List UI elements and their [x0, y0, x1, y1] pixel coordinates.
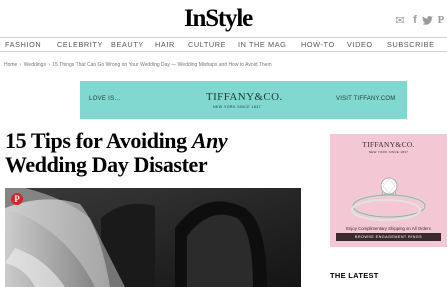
nav-celebrity[interactable]: CELEBRITY [57, 40, 103, 50]
browse-rings-button[interactable]: BROWSE ENGAGEMENT RINGS [336, 233, 441, 241]
pinterest-pin-button[interactable]: P [11, 193, 23, 205]
tiffany-banner-ad[interactable]: LOVE IS... TIFFANY&CO. NEW YORK SINCE 18… [80, 81, 407, 119]
breadcrumb-weddings[interactable]: Weddings [24, 62, 46, 68]
hero-image: P [5, 188, 301, 287]
headline-text: 15 Tips for Avoiding [5, 128, 192, 153]
headline-line-2: Wedding Day Disaster [5, 152, 208, 177]
the-latest-heading: THE LATEST [330, 271, 379, 280]
facebook-icon[interactable]: f [409, 14, 421, 26]
side-ad-tiffany-logo: TIFFANY&CO. [362, 140, 415, 149]
breadcrumb: Home › Weddings › 15 Things That Can Go … [4, 62, 273, 69]
instyle-logo[interactable]: InStyle [184, 6, 253, 32]
nav-hair[interactable]: HAIR [155, 40, 175, 50]
headline-emphasis: Any [191, 128, 228, 153]
article-headline: 15 Tips for Avoiding Any Wedding Day Dis… [5, 129, 305, 177]
ad-tagline: LOVE IS... [89, 96, 121, 102]
twitter-icon[interactable] [421, 14, 433, 26]
nav-in-the-mag[interactable]: IN THE MAG [238, 40, 286, 50]
nav-beauty[interactable]: BEAUTY [111, 40, 144, 50]
breadcrumb-current: 15 Things That Can Go Wrong on Your Wedd… [52, 62, 272, 68]
main-nav: FASHION CELEBRITY BEAUTY HAIR CULTURE IN… [0, 37, 447, 52]
tiffany-logo: TIFFANY&CO. [206, 91, 283, 103]
ad-visit-link[interactable]: VISIT TIFFANY.COM [336, 96, 395, 102]
pinterest-icon[interactable]: P [435, 14, 447, 26]
nav-fashion[interactable]: FASHION [5, 40, 41, 50]
side-ad-since: NEW YORK SINCE 1837 [368, 150, 409, 154]
breadcrumb-separator: › [19, 62, 22, 68]
side-ad-shipping: Enjoy Complimentary Shipping on All Orde… [346, 226, 431, 231]
nav-subscribe[interactable]: SUBSCRIBE [387, 40, 435, 50]
tiffany-side-ad[interactable]: TIFFANY&CO. NEW YORK SINCE 1837 Enjoy Co… [330, 134, 447, 247]
mail-icon[interactable]: ✉ [394, 14, 406, 27]
nav-video[interactable]: VIDEO [347, 40, 373, 50]
breadcrumb-home[interactable]: Home [4, 62, 17, 68]
masthead: InStyle ✉ f P [0, 0, 447, 38]
nav-culture[interactable]: CULTURE [188, 40, 226, 50]
hero-photo [5, 188, 301, 287]
breadcrumb-separator: › [48, 62, 51, 68]
engagement-ring-image [351, 177, 427, 221]
tiffany-since: NEW YORK SINCE 1837 [213, 105, 262, 109]
nav-how-to[interactable]: HOW-TO [301, 40, 335, 50]
